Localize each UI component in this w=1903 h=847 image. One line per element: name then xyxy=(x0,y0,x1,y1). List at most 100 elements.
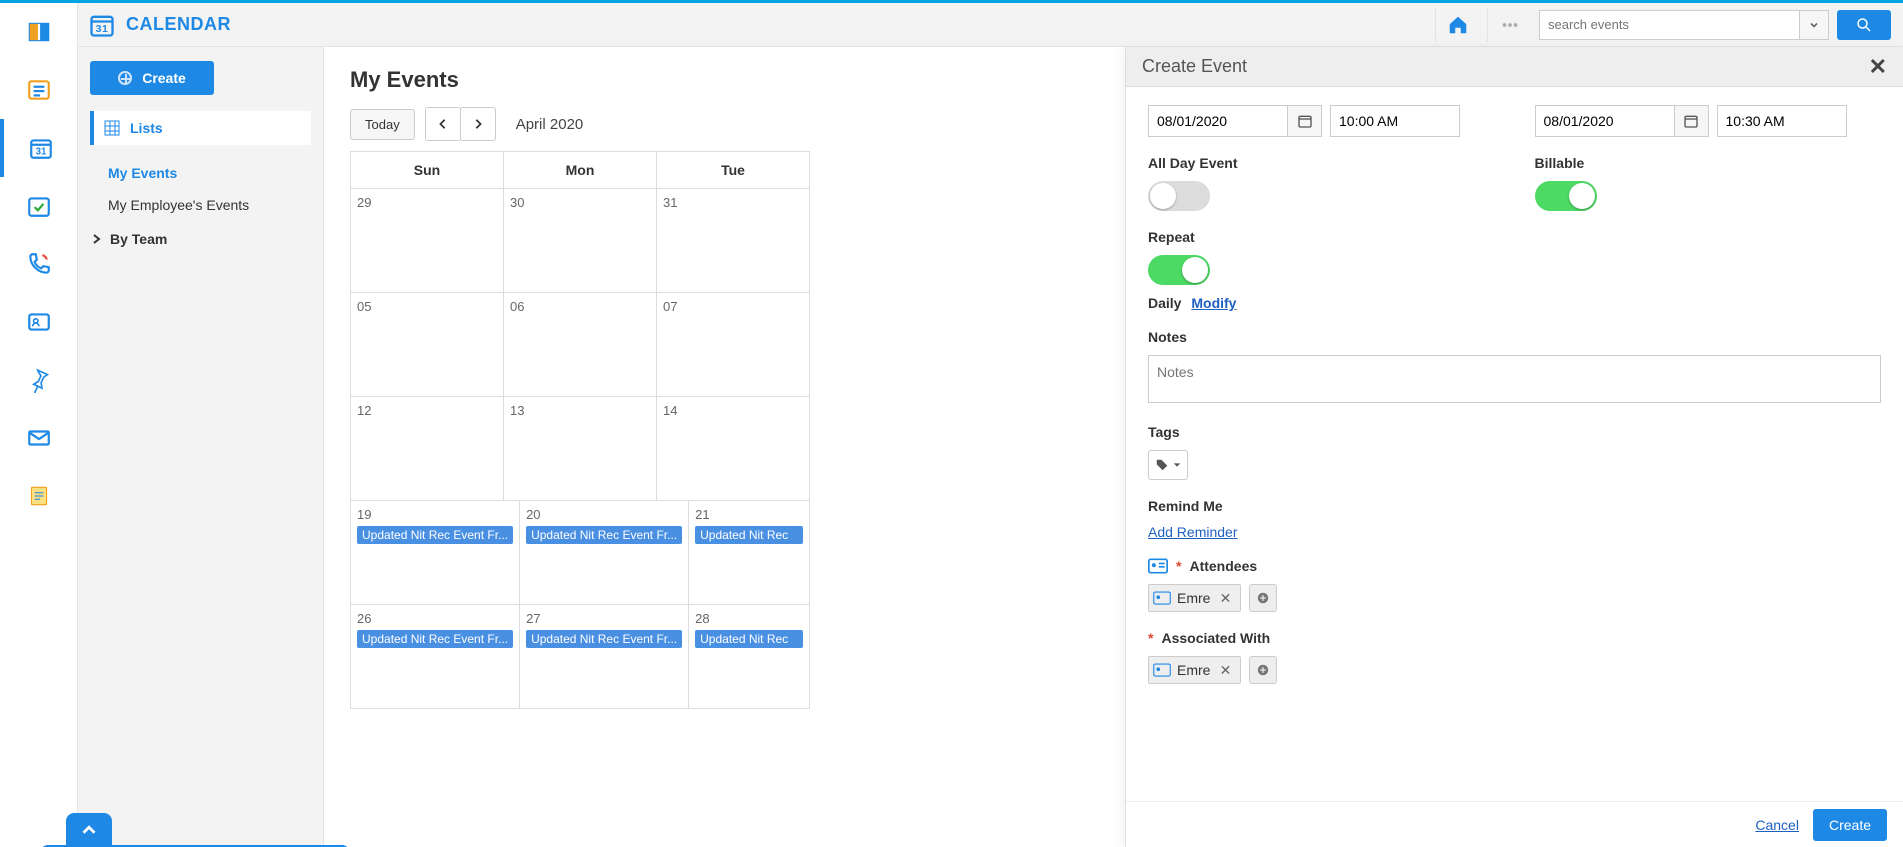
day-number: 30 xyxy=(510,195,650,210)
calendar-cell[interactable]: 27Updated Nit Rec Event Fr... xyxy=(520,605,689,709)
calendar-cell[interactable]: 12 xyxy=(351,397,504,501)
calendar-cell[interactable]: 26 Updated Nit Rec Event Fr... xyxy=(351,605,520,709)
tags-label: Tags xyxy=(1148,424,1881,440)
notes-label: Notes xyxy=(1148,329,1881,345)
remove-chip-button[interactable]: ✕ xyxy=(1216,589,1234,607)
calendar-cell[interactable]: 19Updated Nit Rec Event Fr... xyxy=(351,501,520,605)
start-date-input[interactable] xyxy=(1148,105,1288,137)
day-number: 29 xyxy=(357,195,497,210)
calendar-icon: 31 xyxy=(28,135,54,161)
calendar-cell[interactable]: 20 Updated Nit Rec Event Fr... xyxy=(520,501,689,605)
expand-fab[interactable] xyxy=(66,813,112,847)
phone-icon xyxy=(26,251,52,277)
billable-toggle[interactable] xyxy=(1535,181,1597,211)
card-icon xyxy=(1153,663,1171,677)
chevron-left-icon xyxy=(437,118,449,130)
card-icon xyxy=(1148,558,1168,574)
calendar-cell[interactable]: 29 xyxy=(351,189,504,293)
search-button[interactable] xyxy=(1837,10,1891,40)
close-panel-button[interactable]: ✕ xyxy=(1869,54,1887,80)
sidebar-lists-header[interactable]: Lists xyxy=(90,111,311,145)
calendar-cell[interactable]: 31 xyxy=(657,189,810,293)
note-icon xyxy=(26,483,52,509)
calendar-cell[interactable]: 13 xyxy=(504,397,657,501)
tags-button[interactable] xyxy=(1148,450,1188,480)
rail-item-notes[interactable] xyxy=(0,467,77,525)
start-date-picker[interactable] xyxy=(1288,105,1322,137)
prev-month-button[interactable] xyxy=(425,107,461,141)
calendar-cell[interactable]: 06 xyxy=(504,293,657,397)
rail-item-contacts[interactable] xyxy=(0,293,77,351)
search-input[interactable] xyxy=(1539,10,1799,40)
event-chip[interactable]: Updated Nit Rec Event Fr... xyxy=(526,630,682,648)
day-number: 05 xyxy=(357,299,497,314)
search-dropdown[interactable] xyxy=(1799,10,1829,40)
event-chip[interactable]: Updated Nit Rec xyxy=(695,630,803,648)
calendar-cell[interactable]: 28 Updated Nit Rec xyxy=(689,605,810,709)
search-icon xyxy=(1855,16,1873,34)
svg-text:31: 31 xyxy=(35,147,46,158)
add-reminder-link[interactable]: Add Reminder xyxy=(1148,524,1238,540)
rail-item-list[interactable] xyxy=(0,61,77,119)
billable-label: Billable xyxy=(1535,155,1882,171)
next-month-button[interactable] xyxy=(460,107,496,141)
sidebar-item-employee-events[interactable]: My Employee's Events xyxy=(90,189,311,221)
calendar-cell[interactable]: 07 xyxy=(657,293,810,397)
calendar-cell[interactable]: 14 xyxy=(657,397,810,501)
event-chip[interactable]: Updated Nit Rec Event Fr... xyxy=(357,526,513,544)
day-number: 31 xyxy=(663,195,803,210)
end-date-input[interactable] xyxy=(1535,105,1675,137)
create-submit-button[interactable]: Create xyxy=(1813,809,1887,841)
add-associated-button[interactable] xyxy=(1249,656,1277,684)
calendar-cell[interactable]: 21 Updated Nit Rec xyxy=(689,501,810,605)
remind-label: Remind Me xyxy=(1148,498,1881,514)
day-number: 21 xyxy=(695,507,803,522)
end-time-input[interactable] xyxy=(1717,105,1847,137)
rail-item-tasks[interactable] xyxy=(0,177,77,235)
rail-item-mail[interactable] xyxy=(0,409,77,467)
event-chip[interactable]: Updated Nit Rec Event Fr... xyxy=(526,526,682,544)
remove-chip-button[interactable]: ✕ xyxy=(1216,661,1234,679)
start-time-input[interactable] xyxy=(1330,105,1460,137)
notes-input[interactable] xyxy=(1148,355,1881,403)
create-event-button[interactable]: Create xyxy=(90,61,214,95)
calendar-icon: 31 xyxy=(88,11,116,39)
day-header: Mon xyxy=(504,152,657,189)
rail-item-pins[interactable] xyxy=(0,351,77,409)
contact-icon xyxy=(26,309,52,335)
chevron-right-icon xyxy=(472,118,484,130)
modify-repeat-link[interactable]: Modify xyxy=(1191,295,1236,311)
cancel-button[interactable]: Cancel xyxy=(1755,817,1799,833)
sidebar-item-by-team[interactable]: By Team xyxy=(90,221,311,257)
calendar-cell[interactable]: 30 xyxy=(504,189,657,293)
book-icon xyxy=(26,19,52,45)
allday-toggle[interactable] xyxy=(1148,181,1210,211)
calendar-sidebar: Create Lists My Events My Employee's Eve… xyxy=(78,47,324,847)
by-team-label: By Team xyxy=(110,231,167,247)
rail-item-calls[interactable] xyxy=(0,235,77,293)
repeat-toggle[interactable] xyxy=(1148,255,1210,285)
add-attendee-button[interactable] xyxy=(1249,584,1277,612)
day-number: 20 xyxy=(526,507,682,522)
event-chip[interactable]: Updated Nit Rec xyxy=(695,526,803,544)
pin-icon xyxy=(26,367,52,393)
rail-item-calendar[interactable]: 31 xyxy=(0,119,77,177)
rail-item-app[interactable] xyxy=(0,3,77,61)
plus-circle-icon xyxy=(1256,663,1270,677)
calendar-icon xyxy=(1297,113,1313,129)
associated-chip[interactable]: Emre ✕ xyxy=(1148,656,1241,684)
attendee-chip[interactable]: Emre ✕ xyxy=(1148,584,1241,612)
home-button[interactable] xyxy=(1435,8,1479,42)
event-chip[interactable]: Updated Nit Rec Event Fr... xyxy=(357,630,513,648)
end-date-picker[interactable] xyxy=(1675,105,1709,137)
calendar-cell[interactable]: 05 xyxy=(351,293,504,397)
card-icon xyxy=(1153,591,1171,605)
today-button[interactable]: Today xyxy=(350,109,415,140)
more-button[interactable] xyxy=(1487,8,1531,42)
sidebar-item-my-events[interactable]: My Events xyxy=(90,157,311,189)
calendar-grid: Sun Mon Tue 29303105060712131419Updated … xyxy=(350,151,810,709)
day-number: 28 xyxy=(695,611,803,626)
required-marker: * xyxy=(1148,630,1153,646)
day-number: 14 xyxy=(663,403,803,418)
day-number: 26 xyxy=(357,611,513,626)
